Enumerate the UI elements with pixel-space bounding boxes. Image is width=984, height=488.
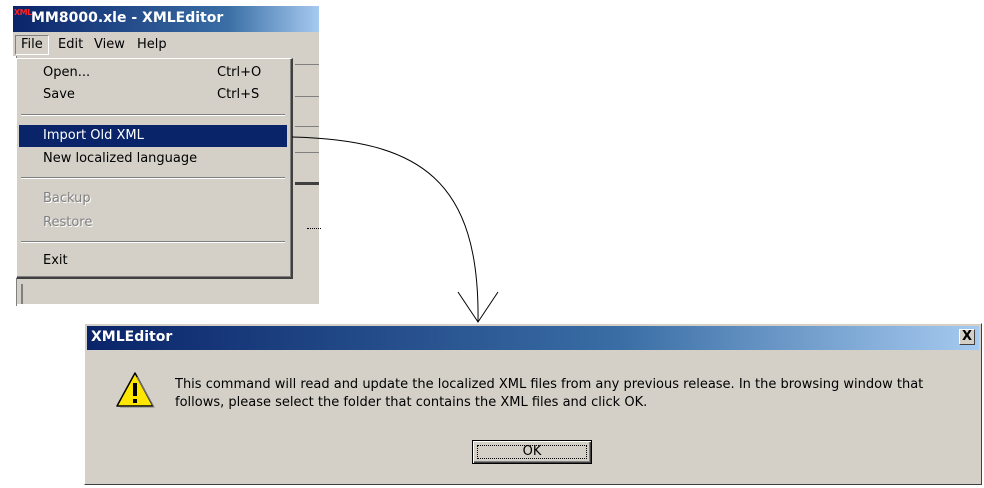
close-icon: X <box>961 329 973 344</box>
menu-separator <box>21 241 285 243</box>
focus-rectangle <box>477 445 587 459</box>
close-button[interactable]: X <box>959 329 975 345</box>
screenshot-stage: XML MM8000.xle - XMLEditor File Edit Vie… <box>0 0 984 488</box>
message-dialog: XMLEditor X This command will read and u… <box>84 323 982 485</box>
background-toolbar-edge <box>295 64 319 65</box>
menu-item-import-old-xml[interactable]: Import Old XML <box>19 125 287 147</box>
menu-edit[interactable]: Edit <box>53 36 88 54</box>
menu-item-exit[interactable]: Exit <box>19 250 287 272</box>
menubar: File Edit View Help <box>13 34 319 56</box>
menu-view[interactable]: View <box>89 36 130 54</box>
menu-item-label: Open... <box>43 65 91 80</box>
menu-help[interactable]: Help <box>132 36 172 54</box>
menu-item-new-localized-language[interactable]: New localized language <box>19 148 287 170</box>
xml-app-icon: XML <box>14 8 32 17</box>
menu-separator <box>21 114 285 116</box>
menu-item-label: Import Old XML <box>43 128 144 143</box>
background-toolbar-edge <box>295 126 319 127</box>
editor-titlebar[interactable]: XML MM8000.xle - XMLEditor <box>13 6 319 32</box>
menu-item-restore: Restore <box>19 212 287 234</box>
menu-item-save[interactable]: Save Ctrl+S <box>19 84 287 106</box>
menu-item-label: Exit <box>43 253 68 268</box>
menu-item-label: New localized language <box>43 151 198 166</box>
menu-item-label: Save <box>43 87 75 102</box>
background-panel-edge <box>295 182 319 185</box>
dialog-title: XMLEditor <box>91 329 173 345</box>
dialog-message: This command will read and update the lo… <box>175 377 924 410</box>
warning-icon <box>116 372 155 408</box>
menu-item-shortcut: Ctrl+S <box>217 87 260 102</box>
window-title: MM8000.xle - XMLEditor <box>31 10 224 26</box>
menu-file[interactable]: File <box>15 35 49 55</box>
menu-item-label: Backup <box>43 191 91 206</box>
menu-item-shortcut: Ctrl+O <box>217 65 262 80</box>
background-toolbar-edge <box>295 152 319 153</box>
background-dotted-line <box>307 228 321 230</box>
menu-item-label: Restore <box>43 215 93 230</box>
menu-item-open[interactable]: Open... Ctrl+O <box>19 62 287 84</box>
background-toolbar-edge <box>295 96 319 97</box>
file-menu-dropdown: Open... Ctrl+O Save Ctrl+S Import Old XM… <box>16 58 293 279</box>
window-left-edge-inner <box>21 284 23 304</box>
menu-item-backup: Backup <box>19 188 287 210</box>
ok-button[interactable]: OK <box>472 440 592 464</box>
dialog-titlebar[interactable]: XMLEditor X <box>87 326 979 350</box>
menu-separator <box>21 177 285 179</box>
